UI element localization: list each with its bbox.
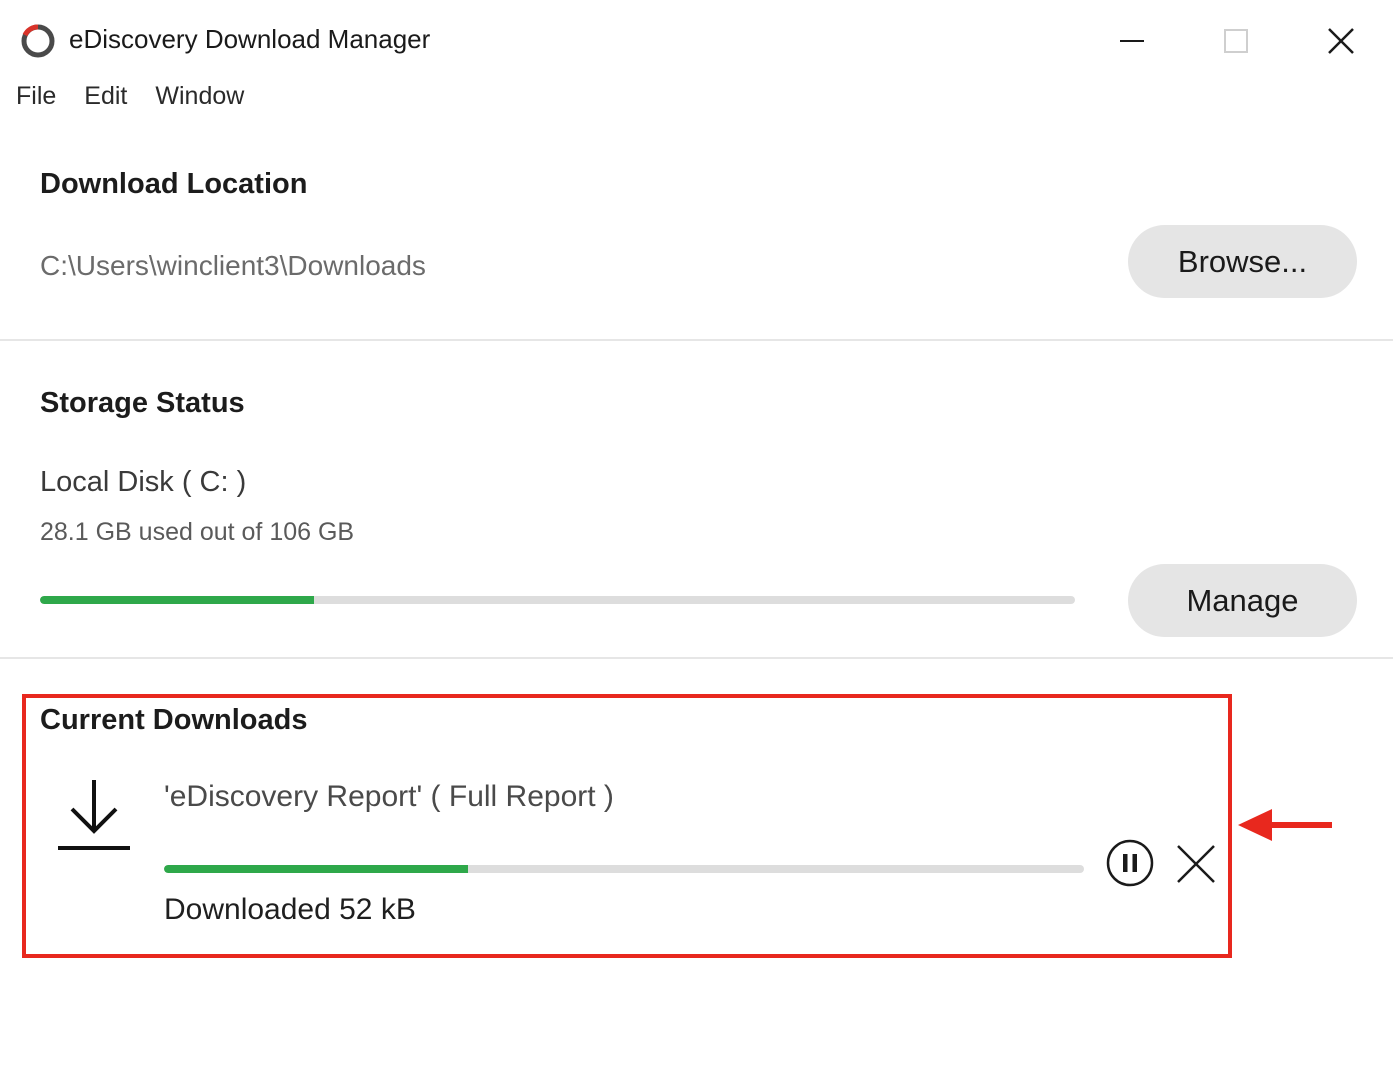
minimize-icon — [1120, 40, 1144, 42]
highlight-annotation-box — [22, 694, 1232, 958]
storage-status-heading: Storage Status — [40, 387, 245, 419]
menu-bar: File Edit Window — [16, 82, 244, 111]
menu-window[interactable]: Window — [155, 82, 244, 111]
close-window-button[interactable] — [1309, 14, 1373, 68]
menu-edit[interactable]: Edit — [84, 82, 127, 111]
disk-name: Local Disk ( C: ) — [40, 466, 247, 498]
title-bar: eDiscovery Download Manager — [0, 0, 1393, 80]
app-window: eDiscovery Download Manager File Edit Wi… — [0, 0, 1393, 1066]
download-path: C:\Users\winclient3\Downloads — [40, 250, 426, 281]
ring-logo-icon — [21, 24, 55, 58]
menu-file[interactable]: File — [16, 82, 56, 111]
section-divider — [0, 339, 1393, 341]
close-icon — [1328, 28, 1354, 54]
annotation-arrow-icon — [1238, 809, 1332, 841]
window-title: eDiscovery Download Manager — [69, 24, 431, 54]
section-divider — [0, 657, 1393, 659]
storage-progress-bar — [40, 596, 1075, 604]
maximize-icon — [1224, 29, 1248, 53]
storage-progress-fill — [40, 596, 315, 604]
browse-button[interactable]: Browse... — [1128, 225, 1357, 298]
minimize-button[interactable] — [1100, 14, 1164, 68]
disk-usage-text: 28.1 GB used out of 106 GB — [40, 518, 355, 546]
manage-button[interactable]: Manage — [1128, 564, 1357, 637]
download-location-heading: Download Location — [40, 168, 308, 200]
maximize-button[interactable] — [1204, 14, 1268, 68]
